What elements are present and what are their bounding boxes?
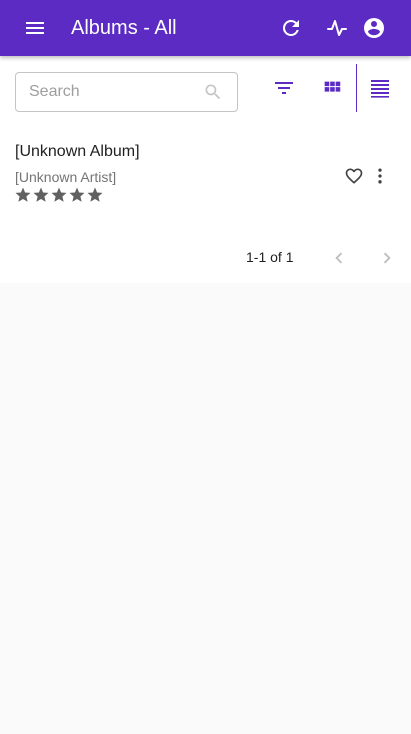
grid-view-button[interactable] [314,70,350,106]
activity-button[interactable] [317,8,357,48]
album-artist[interactable]: [Unknown Artist] [15,169,116,185]
app-bar: Albums - All [0,0,411,56]
more-vert-icon [378,168,382,184]
star-icon[interactable] [50,186,68,204]
album-title[interactable]: [Unknown Album] [15,143,140,161]
list-view-button[interactable] [362,70,398,106]
favorite-button[interactable] [341,163,367,189]
refresh-button[interactable] [271,8,311,48]
more-options-button[interactable] [367,163,393,189]
page-title: Albums - All [71,17,177,39]
search-field[interactable] [15,72,238,112]
album-list-item[interactable]: [Unknown Album] [Unknown Artist] [0,140,411,210]
next-page-button[interactable] [373,244,401,272]
menu-icon [26,22,44,34]
menu-button[interactable] [15,8,55,48]
star-icon[interactable] [32,186,50,204]
filter-button[interactable] [266,70,302,106]
list-view-icon [371,80,389,98]
grid-view-icon [324,81,341,92]
previous-page-button[interactable] [325,244,353,272]
filter-icon [275,82,293,94]
star-rating[interactable] [14,186,104,204]
activity-icon [327,20,347,36]
star-icon[interactable] [68,186,86,204]
view-toggle-divider [356,64,357,112]
star-icon[interactable] [86,186,104,204]
album-list-panel: [Unknown Album] [Unknown Artist] 1-1 of … [0,56,411,283]
search-icon[interactable] [203,82,223,102]
account-circle-icon [364,18,384,38]
chevron-right-icon [383,252,391,264]
star-icon[interactable] [14,186,32,204]
refresh-icon [282,19,299,36]
heart-outline-icon [345,168,363,184]
search-input[interactable] [16,73,196,111]
pagination-range: 1-1 of 1 [246,249,294,265]
account-button[interactable] [354,8,394,48]
chevron-left-icon [335,252,343,264]
